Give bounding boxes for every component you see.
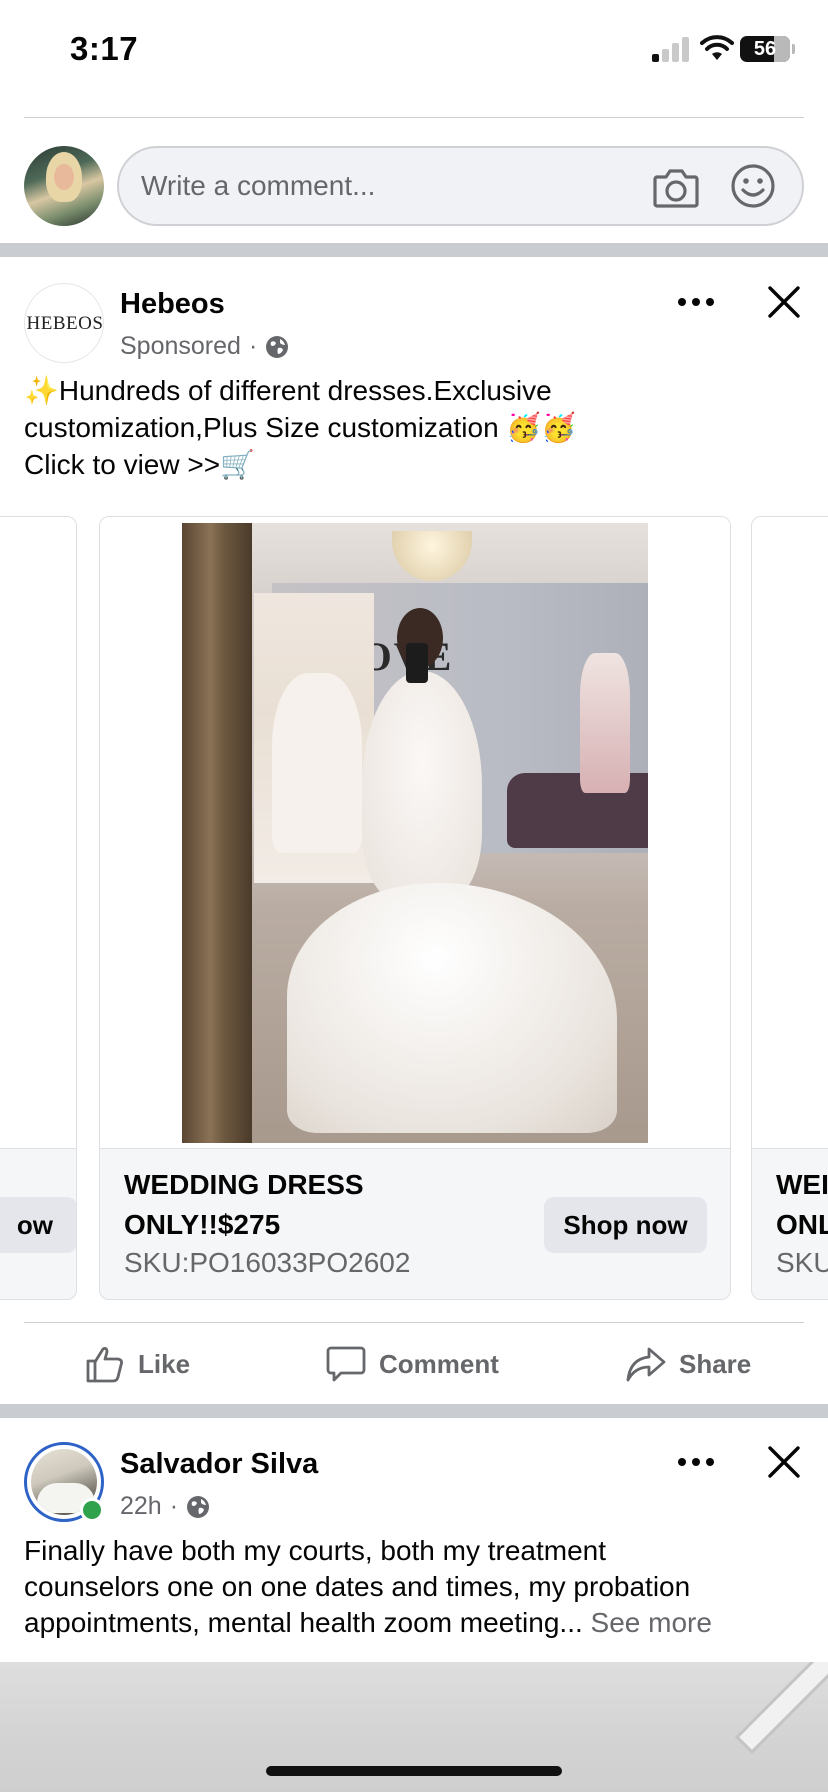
emoji-icon[interactable] bbox=[729, 162, 777, 210]
share-icon bbox=[626, 1347, 666, 1382]
battery-icon: 56 bbox=[740, 36, 790, 62]
page-name[interactable]: Hebeos bbox=[120, 288, 225, 321]
comment-label: Comment bbox=[379, 1348, 499, 1379]
close-icon[interactable] bbox=[766, 1444, 802, 1480]
comment-composer[interactable] bbox=[117, 146, 804, 226]
camera-icon[interactable] bbox=[651, 162, 701, 212]
battery-level: 56 bbox=[753, 38, 777, 60]
feed-divider bbox=[0, 243, 828, 257]
wedding-dress-image: LOVE bbox=[182, 523, 648, 1143]
product-title-line: ONL bbox=[776, 1209, 828, 1240]
post-time[interactable]: 22h bbox=[120, 1492, 162, 1521]
comment-button[interactable]: Comment bbox=[325, 1338, 499, 1390]
see-more-link[interactable]: See more bbox=[591, 1607, 712, 1638]
previous-post-divider bbox=[24, 117, 804, 118]
post-meta: 22h · bbox=[120, 1492, 210, 1521]
product-title-line: WEI bbox=[776, 1169, 828, 1200]
like-button[interactable]: Like bbox=[84, 1338, 190, 1390]
status-bar: 3:17 56 bbox=[0, 0, 828, 100]
post-text-line: Finally have both my courts, both my tre… bbox=[24, 1535, 607, 1566]
feed-divider bbox=[0, 1404, 828, 1418]
shop-now-button[interactable]: Shop now bbox=[544, 1197, 707, 1253]
share-button[interactable]: Share bbox=[625, 1338, 751, 1390]
more-options-icon[interactable] bbox=[675, 1444, 717, 1480]
cellular-signal-icon bbox=[652, 36, 690, 62]
actions-divider bbox=[24, 1322, 804, 1323]
post-meta: Sponsored · bbox=[120, 332, 289, 361]
comment-input[interactable] bbox=[141, 148, 641, 224]
status-time: 3:17 bbox=[70, 30, 139, 67]
post-text: Finally have both my courts, both my tre… bbox=[24, 1533, 814, 1641]
post-text-line[interactable]: Click to view >>🛒 bbox=[24, 446, 804, 483]
post-text: ✨Hundreds of different dresses.Exclusive… bbox=[24, 372, 804, 483]
product-title: WEI ONL bbox=[776, 1165, 828, 1245]
product-title-line: WEDDING DRESS bbox=[124, 1169, 364, 1200]
like-label: Like bbox=[138, 1348, 191, 1379]
shop-now-button[interactable]: ow bbox=[0, 1197, 76, 1253]
author-name[interactable]: Salvador Silva bbox=[120, 1448, 318, 1481]
carousel-card[interactable]: LOVE WEDDING DRESS ONLY!!$275 SKU:PO1603… bbox=[99, 516, 731, 1300]
meta-dot: · bbox=[169, 1492, 179, 1520]
page-logo-text: HEBEOS bbox=[26, 313, 104, 334]
product-photo[interactable]: LOVE bbox=[100, 517, 730, 1149]
product-title: WEDDING DRESS ONLY!!$275 bbox=[124, 1165, 364, 1245]
page-avatar[interactable]: HEBEOS bbox=[24, 283, 104, 363]
comment-icon bbox=[326, 1346, 366, 1382]
carousel-card-previous[interactable]: ow bbox=[0, 516, 77, 1300]
wifi-icon bbox=[700, 35, 734, 60]
online-status-indicator bbox=[80, 1498, 104, 1522]
user-avatar[interactable] bbox=[24, 146, 104, 226]
post-text-line: appointments, mental health zoom meeting… bbox=[24, 1607, 583, 1638]
product-title-line: ONLY!!$275 bbox=[124, 1209, 281, 1240]
globe-icon bbox=[187, 1495, 210, 1518]
carousel-card-next[interactable]: WEI ONL SKU bbox=[751, 516, 828, 1300]
more-options-icon[interactable] bbox=[675, 284, 717, 320]
share-label: Share bbox=[679, 1348, 752, 1379]
product-sku: SKU bbox=[776, 1247, 828, 1278]
like-icon bbox=[86, 1347, 123, 1383]
home-indicator[interactable] bbox=[266, 1766, 562, 1776]
product-sku: SKU:PO16033PO2602 bbox=[124, 1247, 411, 1278]
product-carousel[interactable]: ow LOVE WEDDING DRESS ONLY!!$275 SKU:PO1… bbox=[0, 516, 828, 1302]
post-text-line: counselors one on one dates and times, m… bbox=[24, 1571, 691, 1602]
sponsored-label[interactable]: Sponsored bbox=[120, 332, 241, 361]
close-icon[interactable] bbox=[766, 284, 802, 320]
post-text-line: ✨Hundreds of different dresses.Exclusive bbox=[24, 375, 552, 406]
battery-tip bbox=[792, 44, 795, 54]
meta-dot: · bbox=[248, 332, 258, 360]
globe-icon bbox=[266, 335, 289, 358]
post-text-line: customization,Plus Size customization 🥳🥳 bbox=[24, 412, 577, 443]
